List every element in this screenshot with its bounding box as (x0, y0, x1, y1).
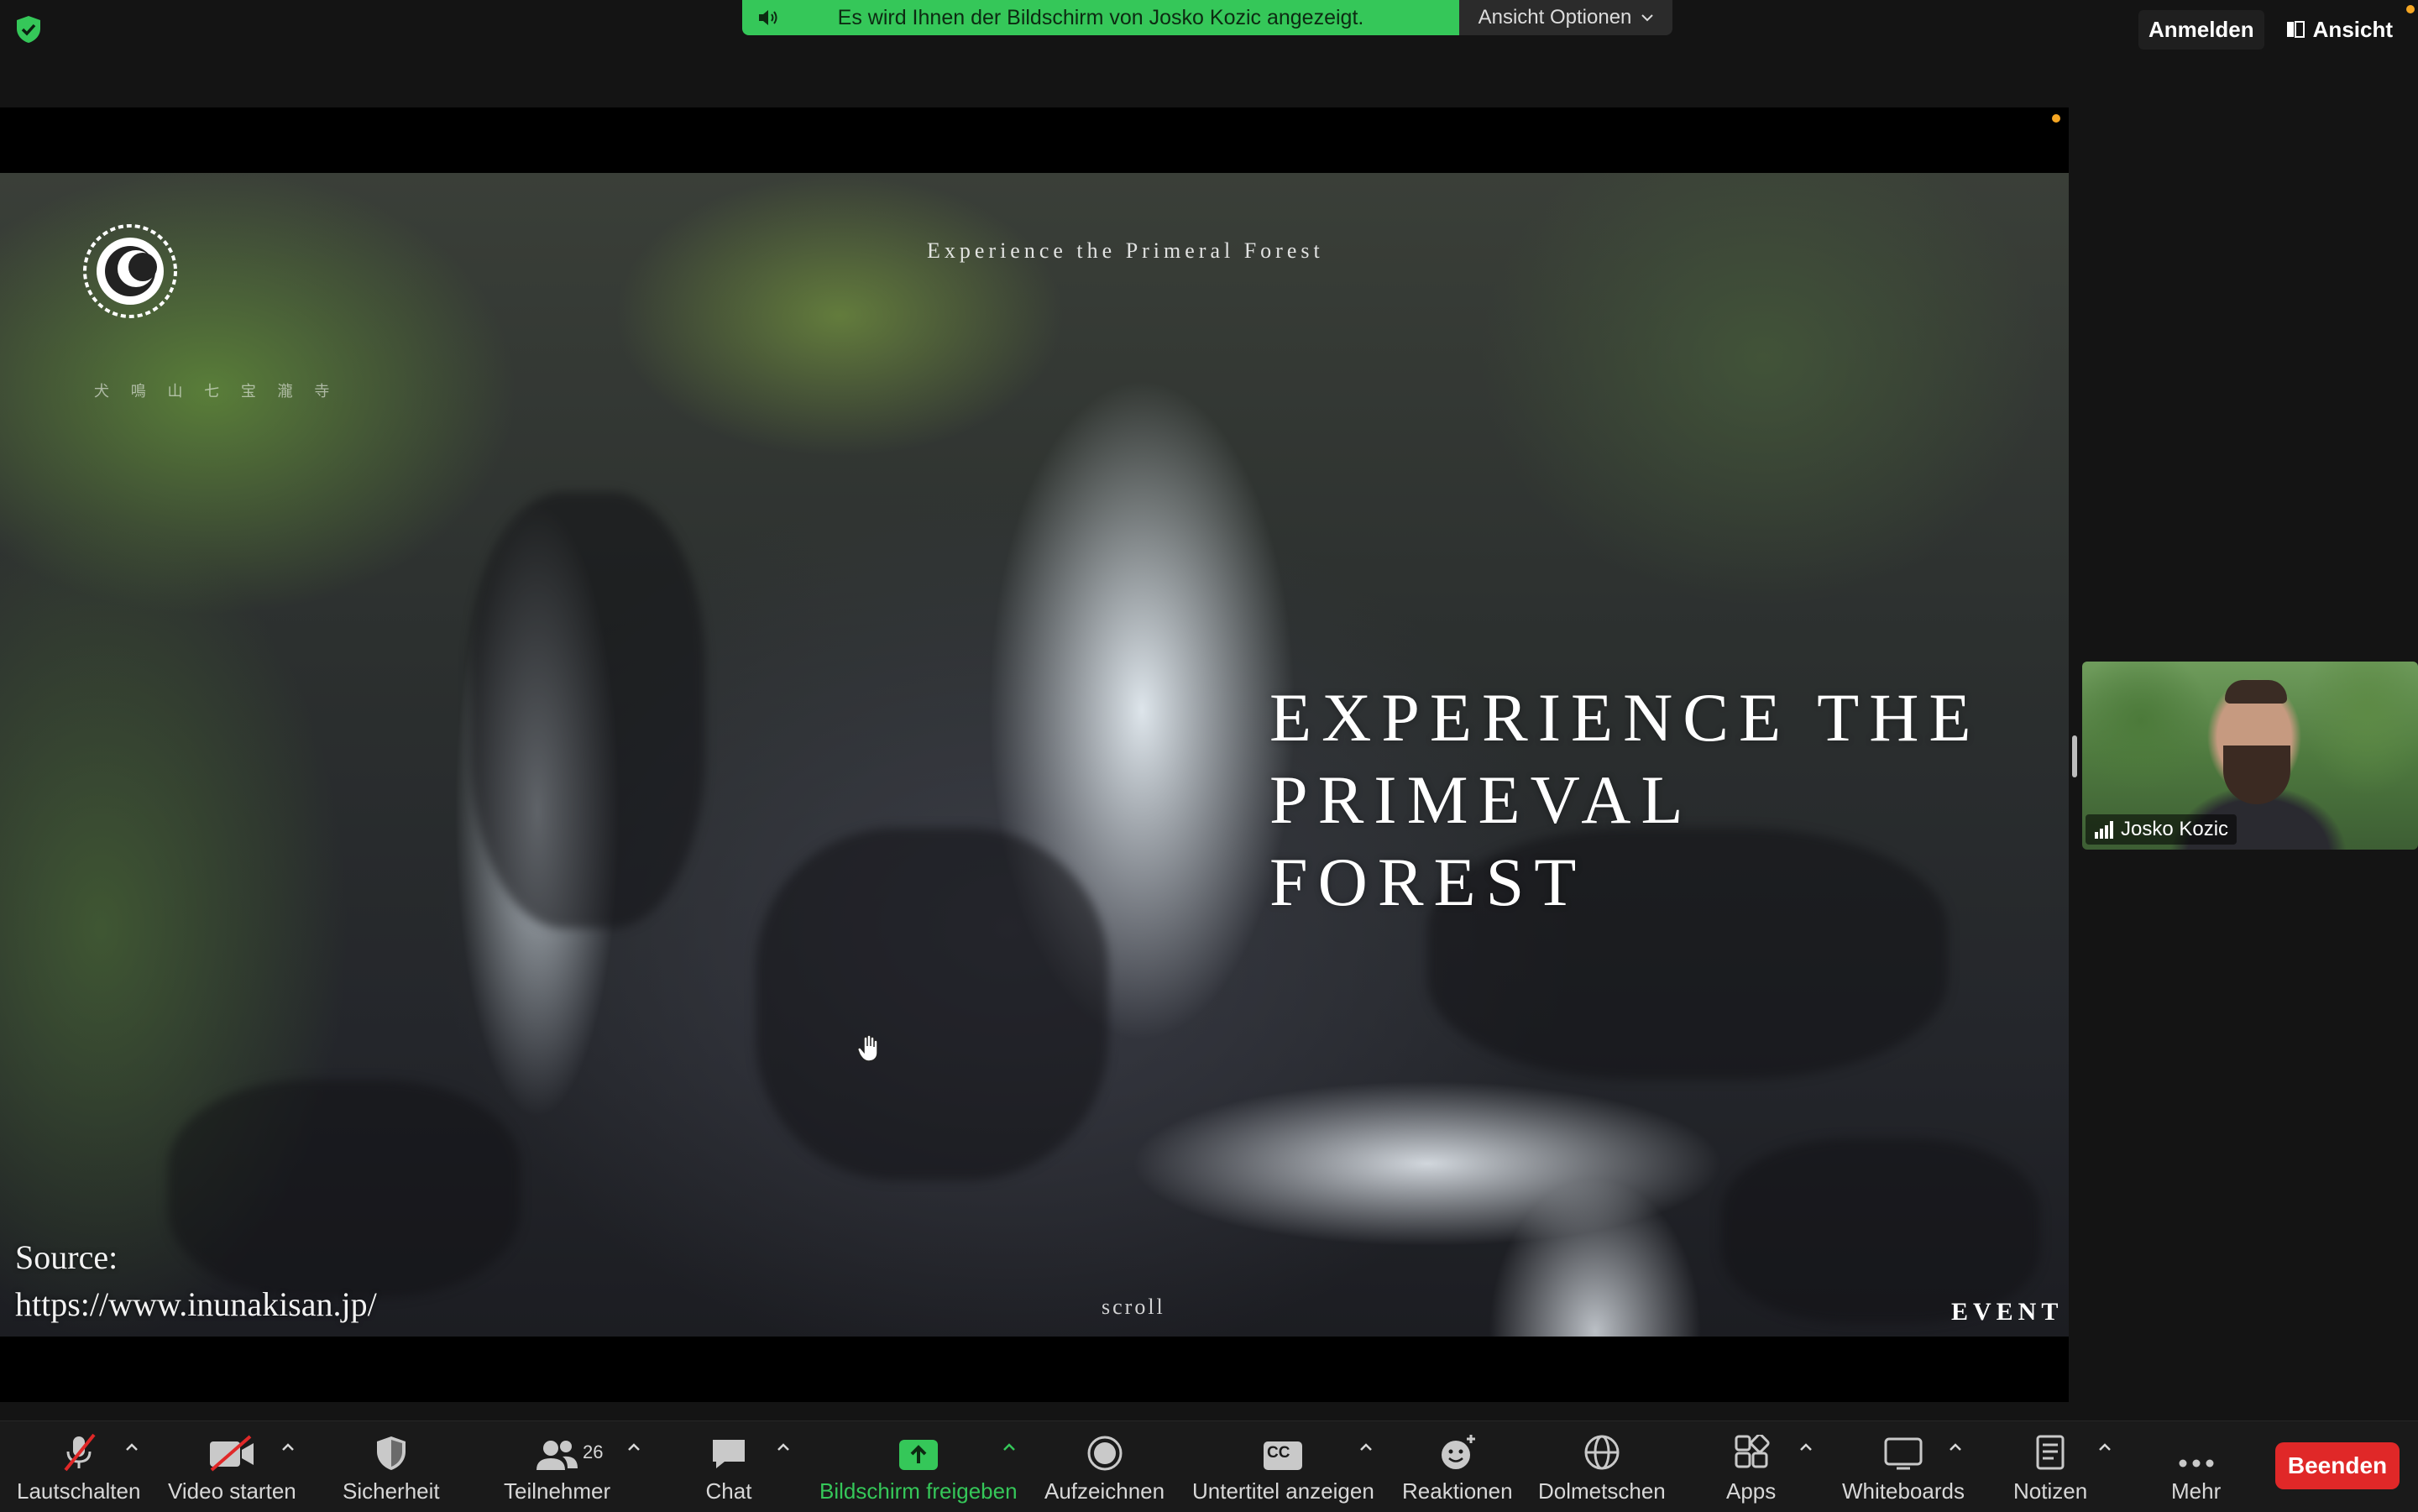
hand-cursor-icon (857, 1034, 878, 1062)
notes-button[interactable]: Notizen (2013, 1431, 2087, 1504)
speaker-icon[interactable] (757, 8, 781, 28)
panel-resize-handle[interactable] (2072, 735, 2077, 777)
captions-label: Untertitel anzeigen (1192, 1478, 1374, 1504)
screen-share-banner: Es wird Ihnen der Bildschirm von Josko K… (742, 0, 1459, 35)
view-label: Ansicht (2312, 16, 2393, 42)
top-bar: Es wird Ihnen der Bildschirm von Josko K… (0, 0, 2418, 60)
interpretation-label: Dolmetschen (1538, 1478, 1666, 1504)
chevron-up-icon[interactable] (2097, 1441, 2112, 1452)
shared-screen[interactable]: 犬 鳴 山 七 宝 瀧 寺 Experience the Primeral Fo… (0, 107, 2069, 1402)
participants-icon (536, 1441, 578, 1470)
temple-logo (83, 224, 177, 318)
security-label: Sicherheit (343, 1478, 440, 1504)
chevron-up-icon[interactable] (1798, 1441, 1814, 1452)
start-video-button[interactable]: Video starten (168, 1431, 296, 1504)
signal-strength-icon (2095, 821, 2113, 839)
more-label: Mehr (2171, 1478, 2222, 1504)
view-layout-icon (2286, 21, 2305, 38)
share-screen-icon (898, 1440, 938, 1470)
rock-shape (470, 492, 705, 929)
captions-badge: CC (1267, 1444, 1290, 1462)
chevron-up-icon[interactable] (626, 1441, 641, 1452)
record-button[interactable]: Aufzeichnen (1044, 1431, 1165, 1504)
notes-label: Notizen (2013, 1478, 2088, 1504)
shield-icon (376, 1436, 406, 1470)
security-shield-icon[interactable] (15, 15, 42, 44)
participants-count-badge: 26 (583, 1441, 604, 1462)
source-label: Source: (15, 1238, 118, 1276)
microphone-muted-icon (64, 1433, 96, 1472)
participants-label: Teilnehmer (504, 1478, 611, 1504)
top-right-controls: Anmelden Ansicht (2138, 0, 2418, 59)
chat-label: Chat (705, 1478, 752, 1504)
unmute-button[interactable]: Lautschalten (17, 1431, 140, 1504)
view-options-button[interactable]: Ansicht Optionen (1459, 0, 1672, 35)
rock-shape (756, 828, 1108, 1180)
reactions-button[interactable]: Reaktionen (1402, 1431, 1513, 1504)
share-screen-label: Bildschirm freigeben (819, 1478, 1018, 1504)
meeting-toolbar: Lautschalten Video starten Sicherheit Te… (0, 1420, 2418, 1512)
record-label: Aufzeichnen (1044, 1478, 1165, 1504)
headline-line-2: PRIMEVAL FOREST (1269, 761, 1691, 920)
start-video-label: Video starten (168, 1478, 296, 1504)
headline-line-1: EXPERIENCE THE (1269, 679, 1981, 756)
participant-name: Josko Kozic (2121, 818, 2229, 840)
more-dots-icon (2179, 1459, 2214, 1468)
notes-icon (2036, 1435, 2065, 1470)
chevron-up-icon[interactable] (1002, 1441, 1017, 1452)
sharing-indicator-dot (2052, 114, 2060, 123)
share-screen-button[interactable]: Bildschirm freigeben (819, 1431, 1018, 1504)
whiteboards-label: Whiteboards (1842, 1478, 1965, 1504)
captions-button[interactable]: Untertitel anzeigen (1192, 1431, 1374, 1504)
view-button[interactable]: Ansicht (2286, 17, 2393, 43)
slide-headline: EXPERIENCE THE PRIMEVAL FOREST (1269, 677, 2025, 923)
record-icon (1087, 1436, 1123, 1471)
view-options-label: Ansicht Optionen (1478, 6, 1632, 29)
reactions-label: Reaktionen (1402, 1478, 1513, 1504)
chat-button[interactable]: Chat (705, 1431, 752, 1504)
chevron-up-icon[interactable] (1358, 1441, 1374, 1452)
screen-share-banner-text: Es wird Ihnen der Bildschirm von Josko K… (837, 5, 1364, 29)
chevron-up-icon[interactable] (776, 1441, 791, 1452)
participant-hair (2225, 680, 2287, 704)
chevron-up-icon[interactable] (124, 1441, 139, 1452)
source-url: https://www.inunakisan.jp/ (15, 1285, 377, 1323)
whiteboard-icon (1884, 1437, 1923, 1470)
rock-shape (1721, 1138, 2040, 1323)
participant-name-label: Josko Kozic (2086, 814, 2237, 845)
notification-dot (2406, 5, 2415, 13)
event-label: EVENT (1951, 1298, 2064, 1326)
waterfall-slide: 犬 鳴 山 七 宝 瀧 寺 Experience the Primeral Fo… (0, 173, 2069, 1337)
globe-icon (1584, 1435, 1620, 1470)
slide-tagline: Experience the Primeral Forest (927, 238, 1324, 263)
chevron-up-icon[interactable] (1948, 1441, 1963, 1452)
security-button[interactable]: Sicherheit (343, 1431, 440, 1504)
end-meeting-button[interactable]: Beenden (2275, 1442, 2400, 1489)
chat-bubble-icon (713, 1440, 745, 1468)
interpretation-button[interactable]: Dolmetschen (1538, 1431, 1666, 1504)
temple-subtitle: 犬 鳴 山 七 宝 瀧 寺 (94, 383, 338, 400)
participant-beard (2223, 746, 2290, 804)
apps-icon (1735, 1435, 1770, 1468)
apps-label: Apps (1726, 1478, 1777, 1504)
chevron-up-icon[interactable] (280, 1441, 296, 1452)
video-camera-off-icon (210, 1435, 254, 1472)
unmute-label: Lautschalten (17, 1478, 141, 1504)
chevron-down-icon (1641, 14, 1654, 22)
whiteboards-button[interactable]: Whiteboards (1842, 1431, 1965, 1504)
apps-button[interactable]: Apps (1726, 1431, 1776, 1504)
scroll-label: scroll (1102, 1295, 1165, 1319)
more-button[interactable]: Mehr (2171, 1431, 2221, 1504)
source-credit: Source: https://www.inunakisan.jp/ (15, 1234, 377, 1328)
sign-in-button[interactable]: Anmelden (2138, 9, 2264, 50)
smiley-plus-icon (1441, 1435, 1475, 1469)
